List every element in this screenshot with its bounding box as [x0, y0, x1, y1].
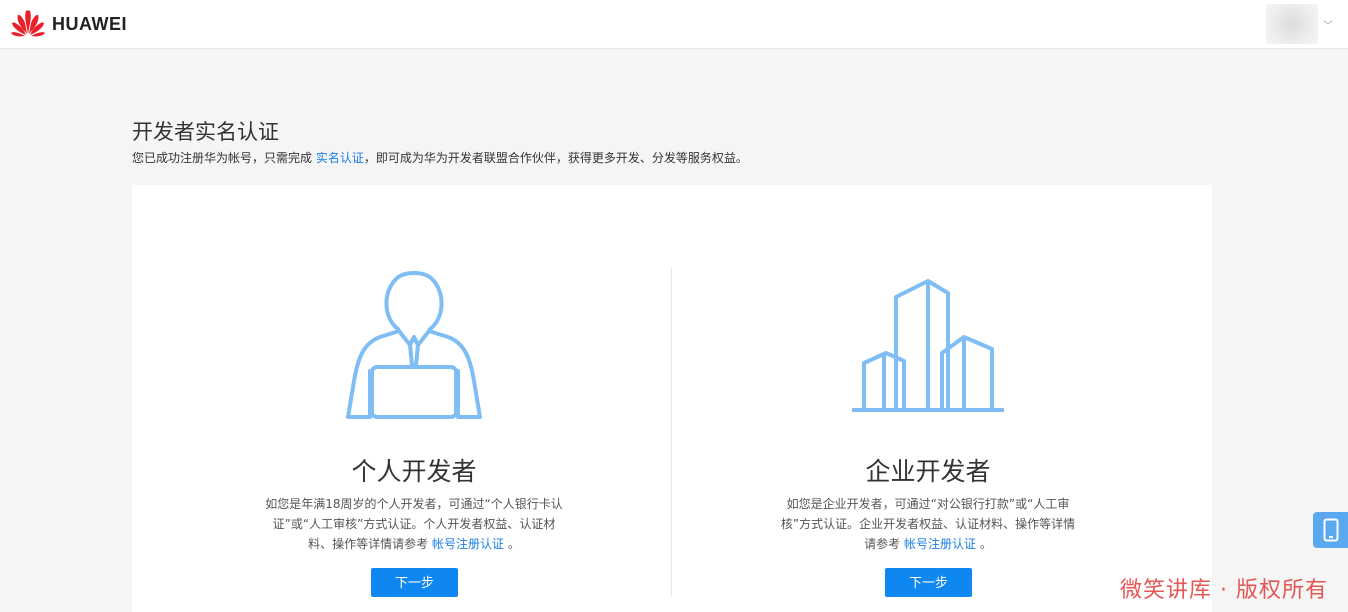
- enterprise-register-auth-link[interactable]: 帐号注册认证: [904, 537, 976, 551]
- huawei-logo[interactable]: HUAWEI: [10, 9, 127, 39]
- enterprise-next-button[interactable]: 下一步: [885, 568, 972, 597]
- mobile-phone-icon: [1323, 518, 1338, 542]
- personal-developer-desc: 如您是年满18周岁的个人开发者，可通过“个人银行卡认证”或“人工审核”方式认证。…: [264, 494, 564, 554]
- top-bar: HUAWEI ﹀: [0, 0, 1348, 49]
- personal-next-button[interactable]: 下一步: [371, 568, 458, 597]
- enterprise-developer-title: 企业开发者: [865, 457, 991, 486]
- mobile-view-button[interactable]: [1313, 512, 1348, 548]
- page-title: 开发者实名认证: [132, 120, 279, 144]
- enterprise-desc-end: 。: [976, 537, 992, 551]
- intro-text: 您已成功注册华为帐号，只需完成 实名认证，即可成为华为开发者联盟合作伙伴，获得更…: [132, 149, 748, 166]
- buildings-icon: [852, 279, 1004, 412]
- user-avatar[interactable]: [1266, 4, 1318, 44]
- developer-type-panel: 个人开发者 如您是年满18周岁的个人开发者，可通过“个人银行卡认证”或“人工审核…: [132, 185, 1212, 612]
- personal-desc-end: 。: [504, 537, 520, 551]
- personal-developer-title: 个人开发者: [351, 457, 477, 486]
- watermark: 微笑讲库 · 版权所有: [1120, 578, 1328, 603]
- intro-text-before: 您已成功注册华为帐号，只需完成: [132, 151, 316, 165]
- person-laptop-icon: [346, 271, 482, 419]
- personal-register-auth-link[interactable]: 帐号注册认证: [432, 537, 504, 551]
- user-menu[interactable]: ﹀: [1266, 4, 1333, 44]
- card-divider: [671, 267, 672, 597]
- brand-name: HUAWEI: [52, 13, 127, 34]
- intro-text-after: ，即可成为华为开发者联盟合作伙伴，获得更多开发、分发等服务权益。: [363, 151, 748, 165]
- chevron-down-icon[interactable]: ﹀: [1323, 17, 1333, 32]
- huawei-flower-icon: [11, 10, 45, 37]
- enterprise-developer-desc: 如您是企业开发者，可通过“对公银行打款”或“人工审核”方式认证。企业开发者权益、…: [778, 494, 1078, 554]
- real-name-auth-link[interactable]: 实名认证: [316, 151, 364, 165]
